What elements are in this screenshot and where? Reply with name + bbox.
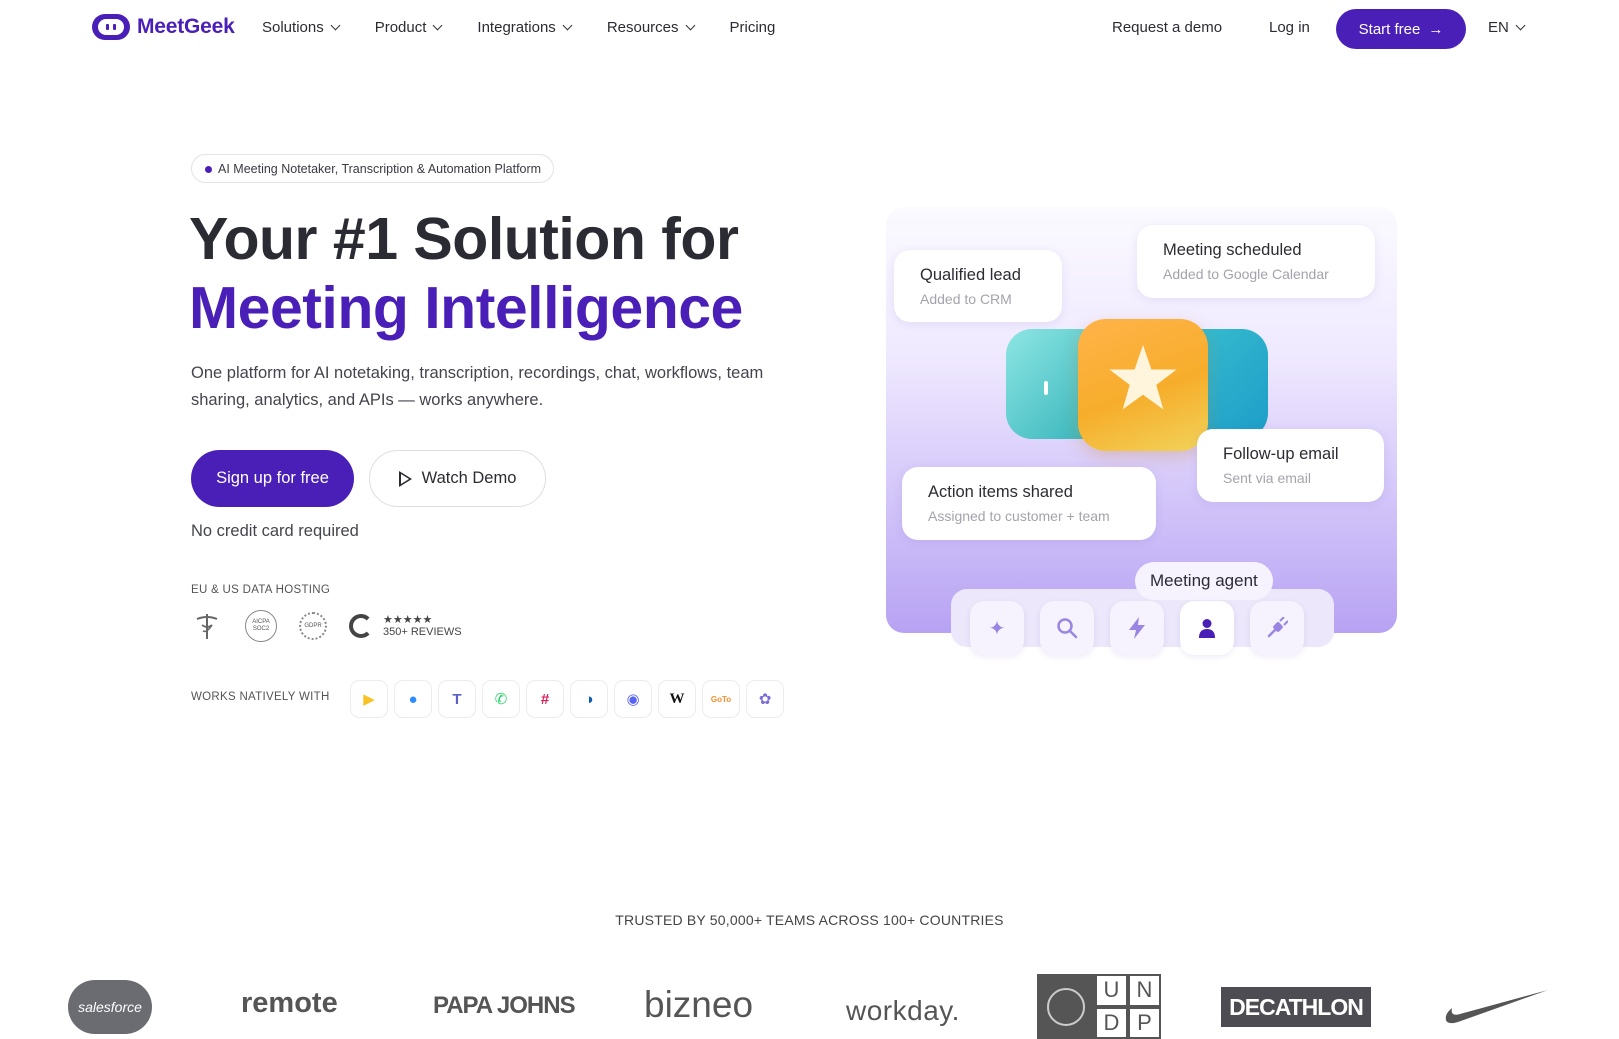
- nike-logo: [1444, 986, 1550, 1026]
- wordpress-icon[interactable]: W: [658, 680, 696, 718]
- undp-letters: UNDP: [1095, 974, 1161, 1039]
- google-meet-icon[interactable]: ▶: [350, 680, 388, 718]
- slack-icon[interactable]: #: [526, 680, 564, 718]
- star-icon: [1109, 345, 1177, 410]
- request-demo-link[interactable]: Request a demo: [1112, 19, 1222, 36]
- play-icon: [398, 470, 412, 487]
- hipaa-icon: [191, 610, 223, 642]
- signup-button[interactable]: Sign up for free: [191, 450, 354, 507]
- hero-title-line2: Meeting Intelligence: [189, 275, 743, 341]
- login-link[interactable]: Log in: [1269, 19, 1310, 36]
- arrow-right-icon: →: [1428, 20, 1444, 38]
- trusted-heading: TRUSTED BY 50,000+ TEAMS ACROSS 100+ COU…: [615, 912, 1004, 928]
- decathlon-logo: DECATHLON: [1221, 987, 1371, 1027]
- meeting-scheduled-card: Meeting scheduled Added to Google Calend…: [1137, 225, 1375, 298]
- chevron-down-icon: [562, 20, 573, 31]
- compliance-badges: AICPA SOC2 GDPR ★★★★★ 350+ REVIEWS: [191, 610, 462, 642]
- meeting-agent-label: Meeting agent: [1135, 562, 1273, 600]
- hero-subtitle: One platform for AI notetaking, transcri…: [191, 364, 764, 409]
- bolt-icon[interactable]: [1110, 601, 1164, 655]
- microsoft-teams-icon[interactable]: T: [438, 680, 476, 718]
- chevron-down-icon: [432, 20, 443, 31]
- hero-visual: Qualified lead Added to CRM Meeting sche…: [886, 207, 1397, 655]
- un-emblem-icon: [1037, 974, 1095, 1039]
- top-nav: MeetGeek Solutions Product Integrations …: [0, 0, 1619, 58]
- qualified-lead-card: Qualified lead Added to CRM: [894, 250, 1062, 322]
- nav-item-pricing[interactable]: Pricing: [730, 19, 776, 36]
- chevron-down-icon: [685, 20, 695, 31]
- rating-stars: ★★★★★: [383, 614, 433, 626]
- sparkles-icon[interactable]: ✦: [970, 601, 1024, 655]
- search-icon[interactable]: [1040, 601, 1094, 655]
- webex-icon[interactable]: ◑: [570, 680, 608, 718]
- hosting-label: EU & US DATA HOSTING: [191, 584, 331, 596]
- chevron-down-icon: [330, 20, 341, 31]
- nav-item-solutions[interactable]: Solutions: [262, 19, 341, 36]
- g2-icon: [349, 614, 373, 638]
- brand-name: MeetGeek: [137, 15, 235, 38]
- follow-up-email-card: Follow-up email Sent via email: [1197, 429, 1384, 502]
- nav-item-resources[interactable]: Resources: [607, 19, 695, 36]
- integration-apps: ▶ ● T ✆ # ◑ ◉ W GoTo ✿: [350, 680, 784, 718]
- nav-item-integrations[interactable]: Integrations: [477, 19, 573, 36]
- discord-icon[interactable]: ◉: [614, 680, 652, 718]
- salesforce-logo: salesforce: [68, 980, 152, 1034]
- nav-menu: Solutions Product Integrations Resources…: [262, 19, 805, 36]
- g2-rating: ★★★★★ 350+ REVIEWS: [349, 614, 462, 638]
- undp-logo: UNDP: [1037, 974, 1161, 1039]
- review-count: 350+ REVIEWS: [383, 626, 462, 638]
- brand-logo[interactable]: MeetGeek: [92, 14, 235, 40]
- dot-icon: [205, 166, 212, 173]
- language-select[interactable]: EN: [1488, 19, 1526, 36]
- whatsapp-icon[interactable]: ✆: [482, 680, 520, 718]
- start-free-button[interactable]: Start free →: [1336, 9, 1466, 49]
- gotomeeting-icon[interactable]: GoTo: [702, 680, 740, 718]
- no-credit-card-note: No credit card required: [191, 522, 359, 540]
- remote-logo: remote: [241, 987, 338, 1019]
- papa-johns-logo: PAPA JOHNS: [433, 992, 576, 1019]
- zoom-icon[interactable]: ●: [394, 680, 432, 718]
- brand-mark-icon: [92, 14, 130, 40]
- hero-title-line1: Your #1 Solution for: [189, 206, 739, 272]
- nav-item-product[interactable]: Product: [375, 19, 443, 36]
- integration-icon[interactable]: ✿: [746, 680, 784, 718]
- watch-demo-button[interactable]: Watch Demo: [369, 450, 546, 507]
- gdpr-icon: GDPR: [299, 612, 327, 640]
- bizneo-logo: bizneo: [644, 984, 754, 1025]
- plug-icon[interactable]: [1250, 601, 1304, 655]
- workday-logo: workday.: [846, 995, 960, 1026]
- person-icon[interactable]: [1180, 601, 1234, 655]
- action-items-card: Action items shared Assigned to customer…: [902, 467, 1156, 540]
- works-with-label: WORKS NATIVELY WITH: [191, 691, 330, 703]
- aicpa-soc2-icon: AICPA SOC2: [245, 610, 277, 642]
- chevron-down-icon: [1515, 20, 1526, 31]
- star-tile: [1078, 319, 1208, 451]
- hero-pill: AI Meeting Notetaker, Transcription & Au…: [191, 154, 555, 183]
